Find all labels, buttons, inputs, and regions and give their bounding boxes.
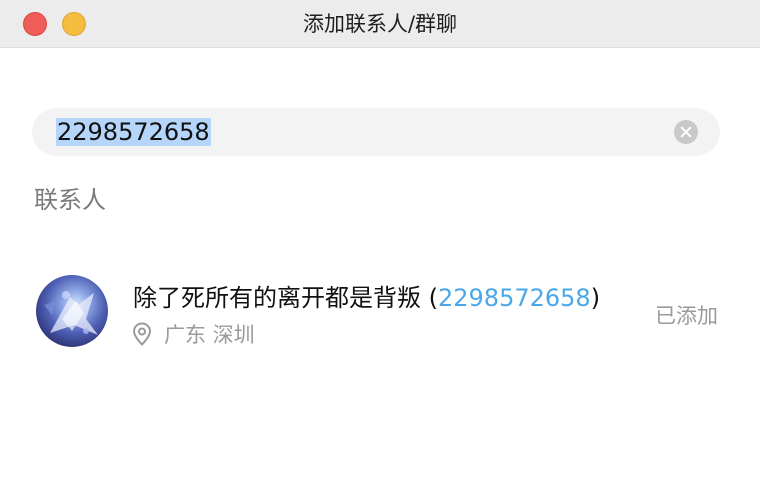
contact-id: 2298572658 [438, 284, 591, 312]
contact-name[interactable]: 除了死所有的离开都是背叛 (2298572658) [133, 278, 600, 313]
added-status-label: 已添加 [655, 304, 718, 328]
contact-id-open: ( [421, 284, 438, 312]
avatar-image [44, 291, 98, 335]
search-input-value[interactable]: 2298572658 [56, 118, 211, 146]
search-input[interactable]: 2298572658 [32, 108, 720, 156]
location-pin-icon [132, 322, 152, 346]
add-contact-window: 添加联系人/群聊 2298572658 联系人 除了死所有的离开都是背叛 (22… [0, 0, 760, 488]
contact-nickname: 除了死所有的离开都是背叛 [133, 284, 421, 312]
location-text: 广东 深圳 [164, 323, 255, 347]
window-title: 添加联系人/群聊 [302, 12, 458, 36]
contact-result-row[interactable]: 除了死所有的离开都是背叛 (2298572658) 广东 深圳 已添加 [0, 262, 760, 362]
contact-id-close: ) [590, 284, 601, 312]
avatar[interactable] [36, 275, 108, 347]
title-bar[interactable]: 添加联系人/群聊 [0, 0, 760, 48]
clear-icon[interactable] [674, 120, 698, 144]
section-label-contacts: 联系人 [34, 186, 106, 214]
contact-location: 广东 深圳 [132, 320, 255, 348]
